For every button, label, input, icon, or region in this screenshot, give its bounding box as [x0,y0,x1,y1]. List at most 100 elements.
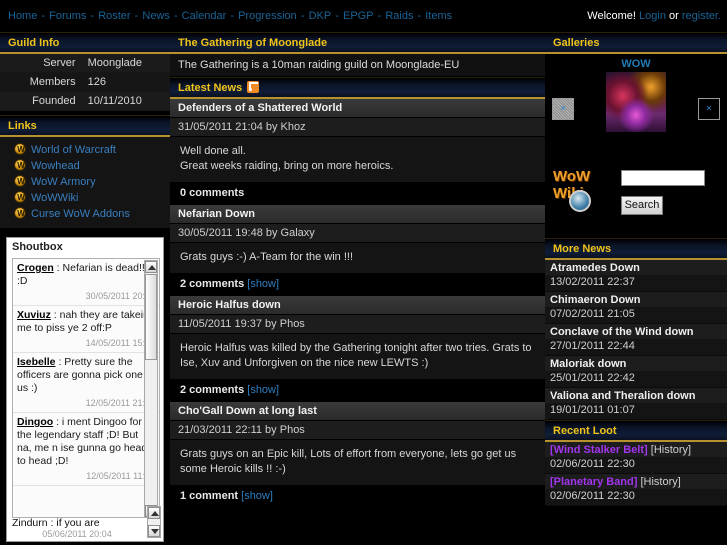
shout-separator: : [53,416,62,428]
news-body-line: Great weeks raiding, bring on more heroi… [180,160,394,172]
news-item-title[interactable]: Nefarian Down [170,205,545,224]
show-comments-link[interactable]: [show] [244,278,279,290]
nav-item-raids[interactable]: Raids [385,10,413,22]
guild-intro-text: The Gathering is a 10man raiding guild o… [170,54,545,77]
nav-item-forums[interactable]: Forums [49,10,86,22]
more-news-title[interactable]: Chimaeron Down [545,292,727,307]
nav-item-progression[interactable]: Progression [238,10,297,22]
nav-item-dkp[interactable]: DKP [309,10,332,22]
recent-loot-list: [Wind Stalker Belt] [History] 02/06/2011 … [545,442,727,506]
wow-emblem-icon [14,159,27,172]
shoutbox-list[interactable]: Crogen : Nefarian is dead!!! :D 30/05/201… [12,258,160,518]
more-news-date: 19/01/2011 01:07 [545,403,727,419]
link-item-label: WoW Armory [31,176,96,188]
news-item-body: Well done all. Great weeks raiding, bring… [170,137,545,182]
nav-item-epgp[interactable]: EPGP [343,10,374,22]
login-link[interactable]: Login [639,10,666,22]
gallery-next-broken-image-icon[interactable] [698,98,720,120]
shout-user[interactable]: Zindurn [12,517,48,529]
outer-scroll-down-icon[interactable] [148,525,160,537]
nav-item-news[interactable]: News [142,10,170,22]
news-body-line: Heroic Halfus was killed by the Gatherin… [180,342,532,369]
comment-count: 1 comment [180,490,239,502]
more-news-title[interactable]: Atramedes Down [545,260,727,275]
news-list: Defenders of a Shattered World 31/05/2011… [170,99,545,508]
guild-title-header: The Gathering of Moonglade [170,32,545,54]
nav-item-items[interactable]: Items [425,10,452,22]
guild-info-label: Server [0,54,82,73]
guild-info-label: Founded [0,91,82,111]
nav-separator: - [374,10,385,22]
shout-user[interactable]: Crogen [17,262,54,274]
right-sidebar: Galleries WOW WoW Wiki Search More News … [545,32,727,545]
show-comments-link[interactable]: [show] [238,490,273,502]
news-item-meta: 30/05/2011 19:48 by Galaxy [170,224,545,243]
wow-emblem-icon [14,207,27,220]
wowwiki-logo-line1: WoW [553,168,591,185]
news-item-title[interactable]: Defenders of a Shattered World [170,99,545,118]
more-news-date: 07/02/2011 21:05 [545,307,727,323]
link-item[interactable]: Wowhead [14,158,170,174]
link-item[interactable]: WoWWiki [14,190,170,206]
comment-count: 2 comments [180,384,245,396]
nav-item-calendar[interactable]: Calendar [182,10,227,22]
more-news-item: Chimaeron Down 07/02/2011 21:05 [545,292,727,324]
wow-emblem-icon [14,143,27,156]
more-news-title[interactable]: Conclave of the Wind down [545,324,727,339]
recent-loot-date: 02/06/2011 22:30 [545,489,727,505]
scrollbar-thumb[interactable] [145,274,157,360]
gallery-image[interactable] [606,72,666,132]
news-item-meta: 11/05/2011 19:37 by Phos [170,315,545,334]
link-item[interactable]: WoW Armory [14,174,170,190]
shout-timestamp: 05/06/2011 20:04 [42,529,112,539]
recent-loot-date: 02/06/2011 22:30 [545,457,727,473]
guild-info-row: Server Moonglade [0,54,170,73]
search-button[interactable]: Search [621,196,663,215]
news-item-meta: 31/05/2011 21:04 by Khoz [170,118,545,137]
welcome-area: Welcome! Login or register. [587,10,721,22]
nav-item-home[interactable]: Home [8,10,37,22]
news-body-line: Well done all. [180,145,246,157]
nav-separator: - [414,10,425,22]
news-item-comments: 0 comments [170,182,545,205]
shout-user[interactable]: Xuviuz [17,309,51,321]
link-item[interactable]: Curse WoW Addons [14,206,170,222]
loot-item-link[interactable]: [Planetary Band] [550,476,637,488]
more-news-title[interactable]: Maloriak down [545,356,727,371]
news-body-line: Grats guys :-) A-Team for the win !!! [180,251,353,263]
news-item-body: Grats guys on an Epic kill, Lots of effo… [170,440,545,485]
news-item-comments: 2 comments [show] [170,379,545,402]
more-news-date: 25/01/2011 22:42 [545,371,727,387]
loot-history-link[interactable]: [History] [637,476,680,488]
news-item-title[interactable]: Cho'Gall Down at long last [170,402,545,421]
gallery-prev-broken-image-icon[interactable] [552,98,574,120]
shoutbox-scrollbar[interactable] [144,260,158,517]
link-item[interactable]: World of Warcraft [14,142,170,158]
outer-scroll-up-icon[interactable] [148,507,160,519]
shout-timestamp: 12/05/2011 21:24 [85,398,155,408]
nav-item-roster[interactable]: Roster [98,10,130,22]
recent-loot-title: [Wind Stalker Belt] [History] [545,442,727,457]
search-input[interactable] [621,170,705,186]
nav-separator: - [297,10,308,22]
more-news-title[interactable]: Valiona and Theralion down [545,388,727,403]
shout-user[interactable]: Isebelle [17,356,56,368]
link-item-label: Wowhead [31,160,80,172]
rss-icon[interactable] [247,81,260,93]
more-news-item: Valiona and Theralion down 19/01/2011 01:… [545,388,727,420]
page-root: Home - Forums - Roster - News - Calendar… [0,0,727,545]
shout-timestamp: 12/05/2011 11:18 [86,471,155,481]
show-comments-link[interactable]: [show] [244,384,279,396]
latest-news-label: Latest News [178,82,243,94]
shout-user[interactable]: Dingoo [17,416,53,428]
gallery-widget: WOW [545,54,727,162]
shoutbox-last-shout: Zindurn : if you are 05/06/2011 20:04 [12,517,142,539]
guild-info-label: Members [0,72,82,92]
scroll-up-icon[interactable] [145,261,157,273]
register-link[interactable]: register. [682,10,721,22]
loot-history-link[interactable]: [History] [648,444,691,456]
shoutbox-outer-scrollbar[interactable] [147,506,161,538]
loot-item-link[interactable]: [Wind Stalker Belt] [550,444,648,456]
shout-message: if you are [56,517,100,529]
news-item-title[interactable]: Heroic Halfus down [170,296,545,315]
